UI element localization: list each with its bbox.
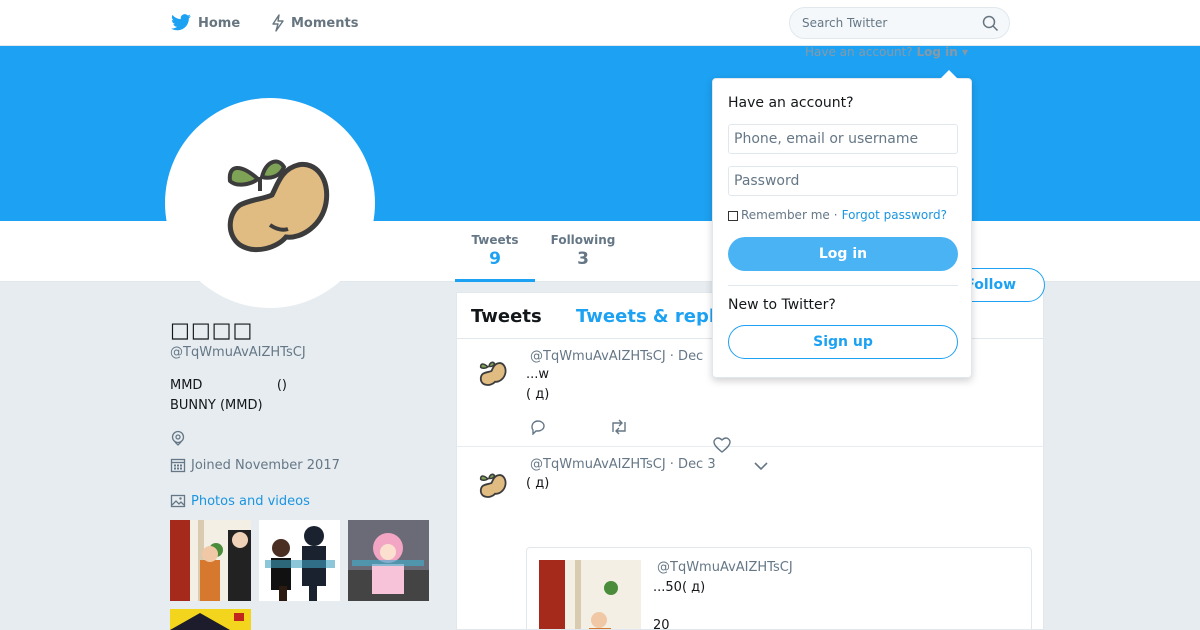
profile-handle[interactable]: @TqWmuAvAIZHTsCJ [170,345,306,360]
tweet-avatar[interactable] [473,469,509,501]
login-dropdown: Have an account? Phone, email or usernam… [712,78,972,378]
nav-home-label: Home [198,15,241,31]
tweet-avatar[interactable] [473,357,509,389]
stat-tweets-value: 9 [489,249,501,269]
profile-bio: MMD () BUNNY (MMD) [170,376,287,416]
search-placeholder: Search Twitter [802,16,888,30]
username-field[interactable]: Phone, email or username [728,124,958,154]
photos-label: Photos and videos [191,493,310,509]
login-button[interactable]: Log in [728,237,958,271]
calendar-icon [170,458,186,473]
chevron-down-icon[interactable] [754,461,768,471]
photo-thumbnail[interactable] [170,520,251,601]
nav-moments[interactable]: Moments [271,0,358,46]
twitter-bird-icon [171,14,191,31]
quoted-tweet-image [539,560,641,629]
stat-following-value: 3 [577,249,589,269]
profile-name: □□□□ [170,318,254,342]
quoted-tweet[interactable]: @TqWmuAvAIZHTsCJ ...50( д) 20 [526,547,1032,630]
dropdown-divider [728,285,958,286]
have-account-text: Have an account? [805,45,913,59]
tweet-text: ...w ( д) [526,365,549,405]
password-placeholder: Password [734,173,800,189]
signup-button[interactable]: Sign up [728,325,958,359]
bean-sprout-icon [227,159,330,252]
stat-following[interactable]: Following 3 [545,221,621,282]
new-to-twitter-label: New to Twitter? [728,297,836,313]
bio-line: MMD () [170,378,287,393]
have-account-strip: Have an account? Log in ▾ [805,45,968,59]
image-icon [170,494,186,508]
retweet-icon[interactable] [609,419,629,435]
avatar[interactable] [165,98,375,308]
joined-row: Joined November 2017 [170,457,340,473]
dropdown-title: Have an account? [728,95,854,111]
search-icon[interactable] [982,15,999,32]
photo-thumbnail[interactable] [170,609,251,630]
tweet-text-line: ( д) [526,387,550,402]
bio-line: BUNNY (MMD) [170,398,263,413]
location-row [170,430,186,450]
remember-row: Remember me · Forgot password? [728,208,947,222]
remember-label[interactable]: Remember me [741,208,830,222]
forgot-password-link[interactable]: Forgot password? [842,208,947,222]
reply-icon[interactable] [529,419,547,435]
top-nav: Home Moments Search Twitter [0,0,1200,46]
nav-home[interactable]: Home [170,0,240,46]
quoted-tweet-handle: @TqWmuAvAIZHTsCJ [657,560,793,575]
search-input[interactable]: Search Twitter [789,7,1010,39]
separator-dot: · [833,208,838,222]
dropdown-caret [940,70,958,79]
photos-and-videos-link[interactable]: Photos and videos [170,493,310,509]
tweet[interactable]: @TqWmuAvAIZHTsCJ · Dec 3 ( д) @TqWmuAvAI… [457,447,1043,630]
tweet-header[interactable]: @TqWmuAvAIZHTsCJ · Dec [530,349,703,364]
tab-tweets[interactable]: Tweets [471,306,542,327]
lightning-icon [272,14,284,32]
photo-thumbnail[interactable] [259,520,340,601]
password-field[interactable]: Password [728,166,958,196]
tweet-text-line: ...w [526,367,550,382]
location-pin-icon [171,430,185,446]
login-toggle[interactable]: Log in ▾ [916,45,968,59]
stat-tweets-label: Tweets [471,233,519,247]
joined-text: Joined November 2017 [191,457,340,473]
photo-thumbnail[interactable] [348,520,429,601]
username-placeholder: Phone, email or username [734,131,919,147]
tweet-header[interactable]: @TqWmuAvAIZHTsCJ · Dec 3 [530,457,716,472]
nav-moments-label: Moments [291,15,359,31]
quoted-tweet-text: ...50( д) [653,580,706,595]
quoted-tweet-text: 20 [653,618,670,630]
tweet-text: ( д) [526,476,550,491]
stat-tweets[interactable]: Tweets 9 [455,221,535,282]
remember-checkbox[interactable] [728,211,738,221]
stat-following-label: Following [550,233,616,247]
